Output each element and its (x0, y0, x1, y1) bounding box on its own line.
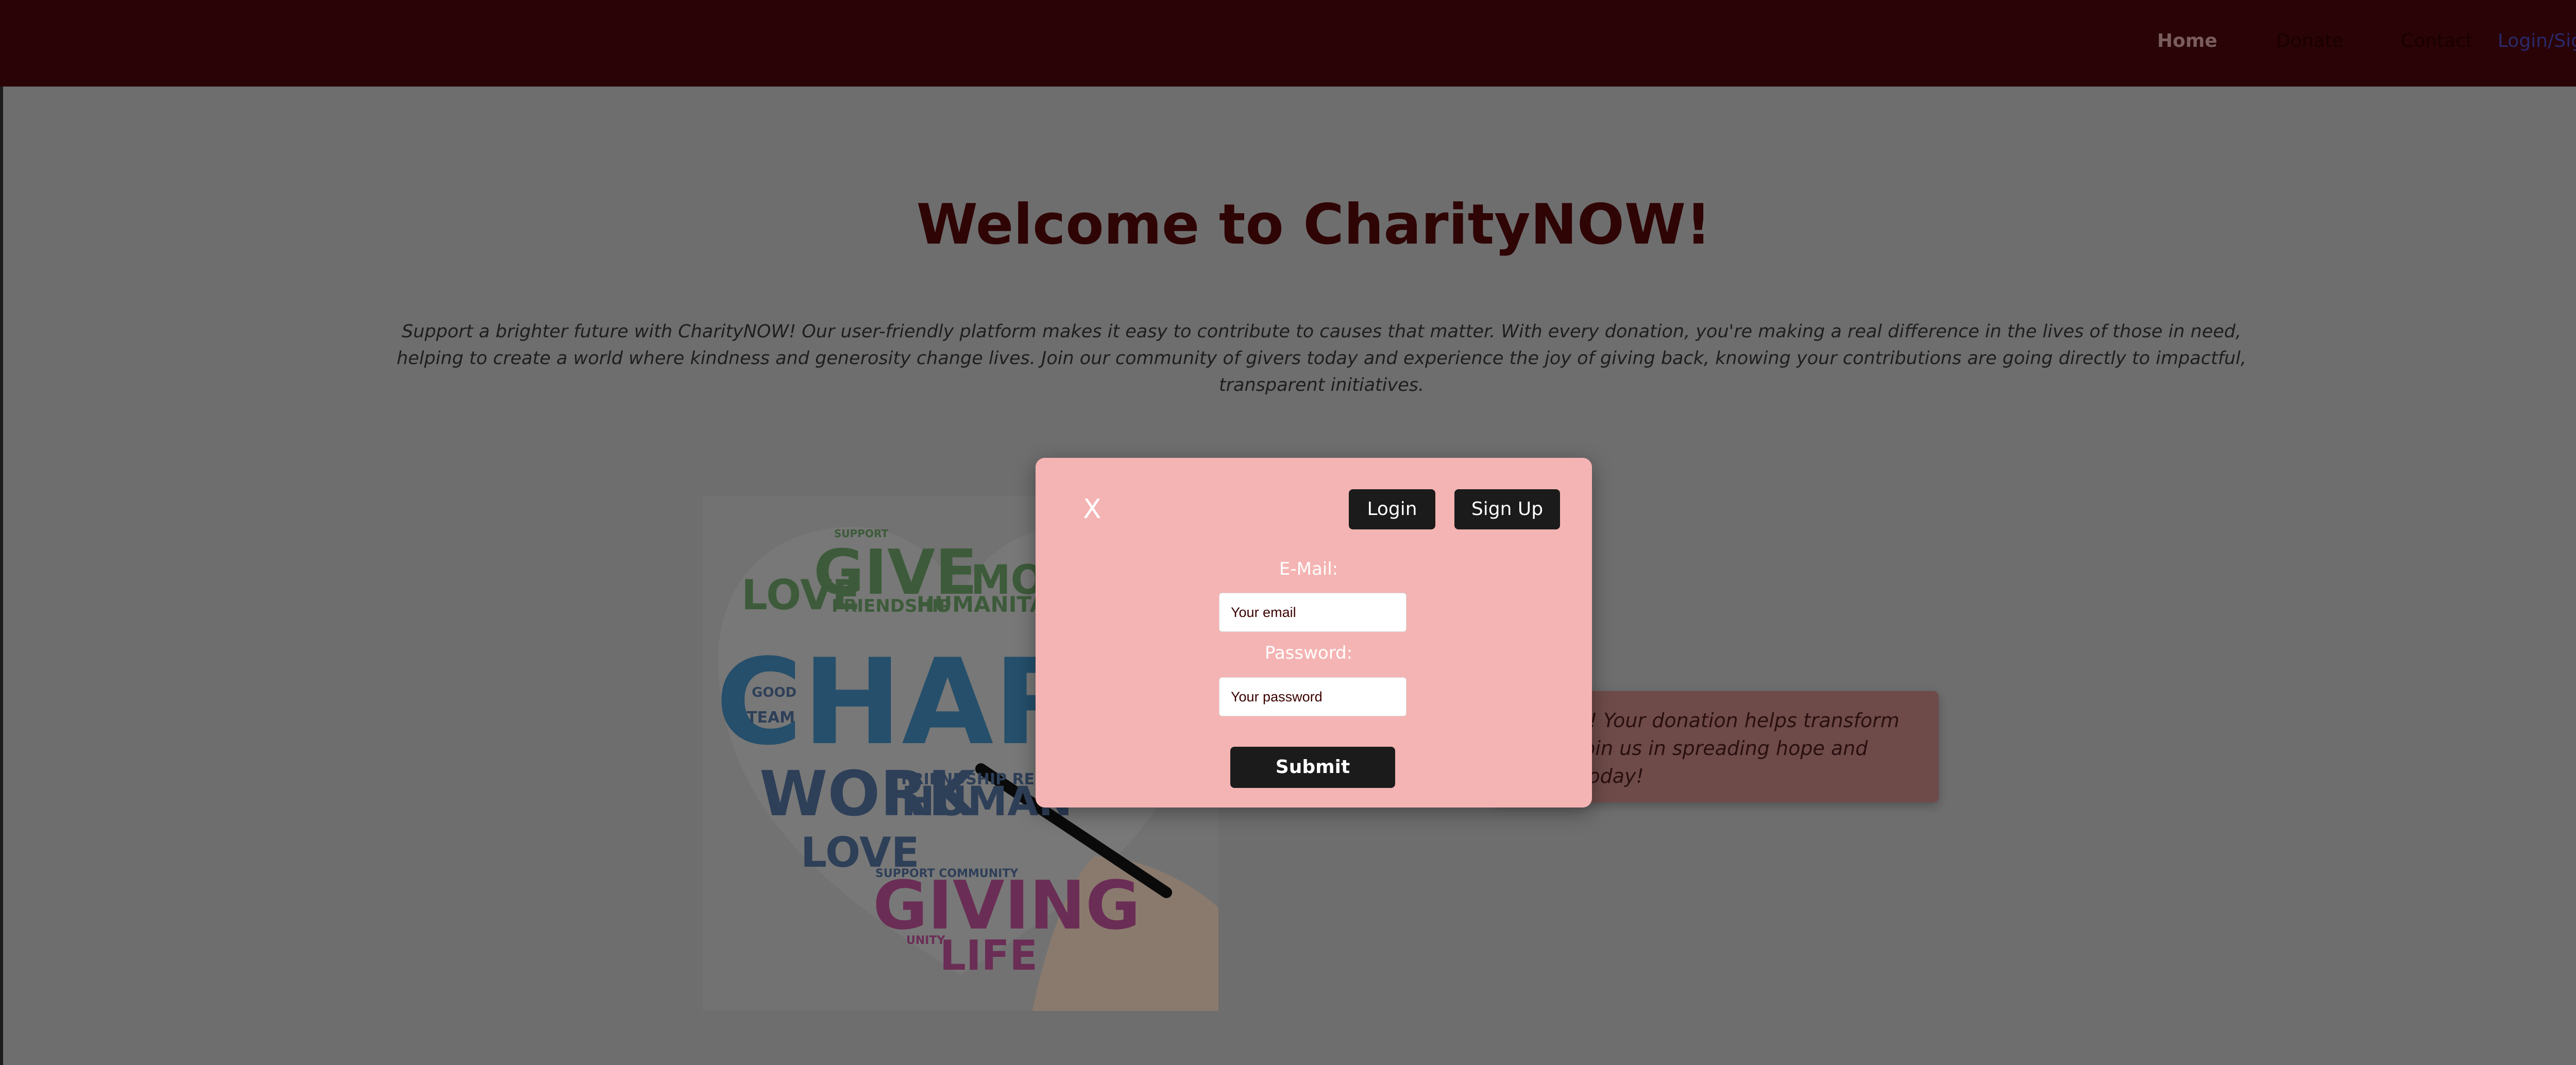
donation-info-text: DW! Your donation helps transform s. Joi… (1555, 707, 1926, 790)
page-title: Welcome to CharityNOW! (916, 193, 1711, 257)
password-label: Password: (1264, 643, 1353, 663)
nav-donate-link[interactable]: Donate (2276, 29, 2344, 54)
submit-button[interactable]: Submit (1230, 747, 1395, 788)
word-team: TEAM (747, 709, 795, 727)
word-life: LIFE (940, 932, 1038, 980)
word-unity: UNITY (906, 934, 945, 947)
word-support-community: SUPPORT COMMUNITY (875, 867, 1019, 880)
signup-tab-button[interactable]: Sign Up (1454, 489, 1560, 529)
login-tab-button[interactable]: Login (1349, 489, 1435, 529)
word-good: GOOD (752, 685, 796, 700)
intro-paragraph: Support a brighter future with CharityNO… (396, 321, 2247, 396)
nav-contact-link[interactable]: Contact (2401, 29, 2473, 54)
top-navbar: Home Donate Contact Login/Sign Up (0, 0, 2576, 87)
close-modal-button[interactable]: X (1083, 494, 1101, 525)
word-support-top: SUPPORT (834, 527, 888, 540)
password-input[interactable] (1219, 677, 1406, 716)
email-label: E-Mail: (1279, 559, 1338, 579)
info-line-2: s. Join us in spreading hope and (1555, 737, 1868, 760)
email-input[interactable] (1219, 593, 1406, 632)
nav-login-signup-link[interactable]: Login/Sign Up (2498, 29, 2576, 54)
login-modal: X Login Sign Up E-Mail: Password: Submit (1036, 458, 1592, 808)
nav-home-link[interactable]: Home (2157, 29, 2217, 54)
info-line-1: DW! Your donation helps transform (1555, 709, 1900, 732)
